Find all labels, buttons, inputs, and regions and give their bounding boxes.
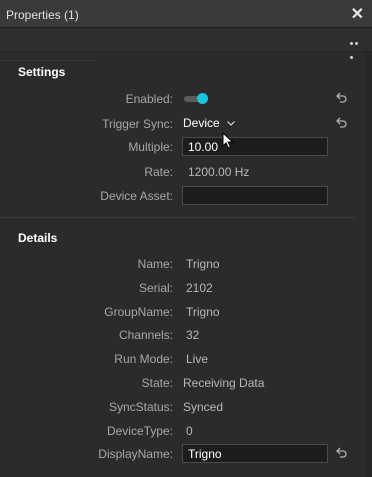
detail-label: DeviceType: — [106, 424, 173, 438]
panel-title: Properties (1) — [6, 8, 79, 22]
detail-value: Receiving Data — [183, 376, 265, 390]
detail-row-name: Name: Trigno — [0, 254, 365, 274]
detail-value: Live — [186, 352, 209, 366]
display-name-input[interactable]: Trigno — [182, 444, 328, 463]
rate-row: Rate: 1200.00 Hz — [0, 162, 365, 182]
reset-icon[interactable] — [334, 116, 348, 130]
rate-label: Rate: — [144, 165, 173, 179]
detail-label: SyncStatus: — [108, 400, 173, 414]
detail-label: DisplayName: — [98, 447, 173, 461]
trigger-sync-row: Trigger Sync: Device — [0, 114, 365, 134]
trigger-sync-label: Trigger Sync: — [102, 117, 173, 131]
detail-label: State: — [141, 376, 173, 390]
section-divider — [0, 60, 96, 61]
detail-row-groupname: GroupName: Trigno — [0, 302, 365, 322]
detail-row-state: State: Receiving Data — [0, 373, 365, 393]
detail-label: Channels: — [118, 328, 173, 342]
details-header: Details — [18, 231, 58, 245]
detail-label: GroupName: — [104, 305, 173, 319]
trigger-sync-dropdown[interactable]: Device — [183, 116, 235, 130]
detail-value: Trigno — [186, 305, 220, 319]
device-asset-row: Device Asset: — [0, 186, 365, 206]
detail-value: 2102 — [186, 281, 213, 295]
panel-title-bar: Properties (1) ✕ — [0, 0, 372, 28]
rate-value: 1200.00 Hz — [188, 165, 250, 179]
multiple-label: Multiple: — [128, 140, 173, 154]
detail-row-channels: Channels: 32 — [0, 325, 365, 345]
detail-row-serial: Serial: 2102 — [0, 278, 365, 298]
trigger-sync-value: Device — [183, 116, 220, 130]
reset-icon[interactable] — [334, 91, 348, 105]
scrollbar[interactable] — [366, 52, 372, 477]
device-asset-label: Device Asset: — [100, 189, 173, 203]
section-divider — [0, 217, 355, 218]
enabled-row: Enabled: — [0, 89, 365, 109]
enabled-label: Enabled: — [125, 92, 173, 106]
settings-header: Settings — [18, 65, 66, 79]
close-icon[interactable]: ✕ — [351, 4, 364, 24]
more-options-icon[interactable] — [350, 34, 364, 59]
detail-value: 32 — [186, 328, 200, 342]
detail-row-run-mode: Run Mode: Live — [0, 349, 365, 369]
detail-row-sync-status: SyncStatus: Synced — [0, 397, 365, 417]
detail-value: 0 — [186, 424, 193, 438]
panel-toolbar — [0, 28, 372, 59]
mouse-cursor-icon — [222, 132, 234, 149]
multiple-input[interactable]: 10.00 — [182, 137, 328, 156]
device-asset-input[interactable] — [182, 186, 328, 205]
detail-label: Name: — [137, 257, 173, 271]
enabled-toggle[interactable] — [184, 93, 208, 105]
detail-row-display-name: DisplayName: Trigno — [0, 444, 365, 464]
detail-label: Run Mode: — [114, 352, 173, 366]
detail-label: Serial: — [138, 281, 173, 295]
chevron-down-icon — [227, 121, 235, 126]
detail-value: Synced — [183, 400, 224, 414]
detail-value: Trigno — [186, 257, 220, 271]
reset-icon[interactable] — [334, 446, 348, 460]
multiple-row: Multiple: 10.00 — [0, 137, 365, 157]
detail-row-device-type: DeviceType: 0 — [0, 421, 365, 441]
